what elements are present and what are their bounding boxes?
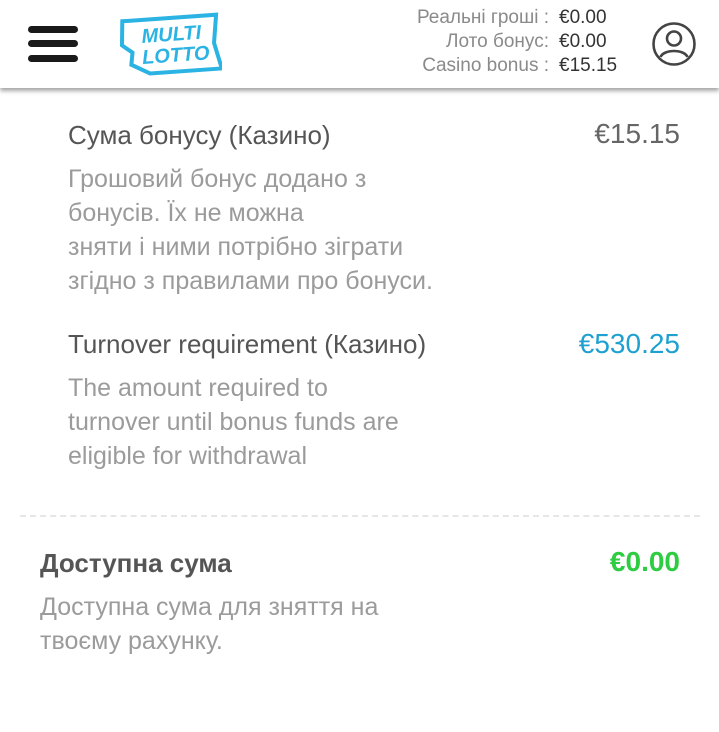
description-line: твоєму рахунку. — [40, 627, 223, 655]
user-account-icon[interactable] — [651, 21, 697, 67]
menu-bar — [28, 40, 78, 47]
balance-value: €0.00 — [559, 7, 607, 28]
section-divider — [20, 515, 700, 517]
description-line: eligible for withdrawal — [68, 442, 308, 470]
casino-bonus-title: Сума бонусу (Казино) — [68, 120, 331, 150]
description-line: turnover until bonus funds are — [68, 408, 399, 436]
turnover-requirement-value: €530.25 — [578, 328, 680, 359]
balance-value: €15.15 — [559, 55, 618, 76]
description-line: Доступна сума для зняття на — [40, 593, 379, 621]
available-amount-description: Доступна сума для зняття на твоєму рахун… — [40, 590, 460, 658]
balance-value: €0.00 — [559, 31, 607, 52]
menu-bar — [28, 55, 78, 62]
casino-bonus-value: €15.15 — [594, 118, 680, 149]
balance-row-lotto-bonus: Лото бонус: €0.00 — [355, 30, 635, 54]
description-line: бонусів. Їх не можна — [68, 199, 304, 227]
balance-label: Лото бонус: — [446, 31, 549, 52]
menu-bar — [28, 26, 78, 33]
description-line: The amount required to — [68, 374, 328, 402]
top-header: MULTI LOTTO Реальні гроші : €0.00 Лото б… — [0, 0, 719, 88]
available-amount-value: €0.00 — [609, 546, 680, 577]
description-line: Грошовий бонус додано з — [68, 165, 367, 193]
turnover-requirement-description: The amount required to turnover until bo… — [68, 371, 508, 473]
description-line: зняти і ними потрібно зіграти — [68, 233, 404, 261]
balance-row-casino-bonus: Casino bonus : €15.15 — [355, 54, 635, 78]
menu-icon[interactable] — [28, 26, 78, 62]
balance-label: Casino bonus : — [422, 55, 549, 76]
description-line: згідно з правилами про бонуси. — [68, 267, 433, 295]
turnover-requirement-title: Turnover requirement (Казино) — [68, 329, 427, 359]
multilotto-logo[interactable]: MULTI LOTTO — [118, 12, 222, 76]
casino-bonus-description: Грошовий бонус додано з бонусів. Їх не м… — [68, 162, 508, 298]
balance-summary: Реальні гроші : €0.00 Лото бонус: €0.00 … — [355, 6, 635, 78]
available-amount-title: Доступна сума — [40, 548, 232, 578]
balance-row-real: Реальні гроші : €0.00 — [355, 6, 635, 30]
balance-label: Реальні гроші : — [416, 7, 549, 28]
